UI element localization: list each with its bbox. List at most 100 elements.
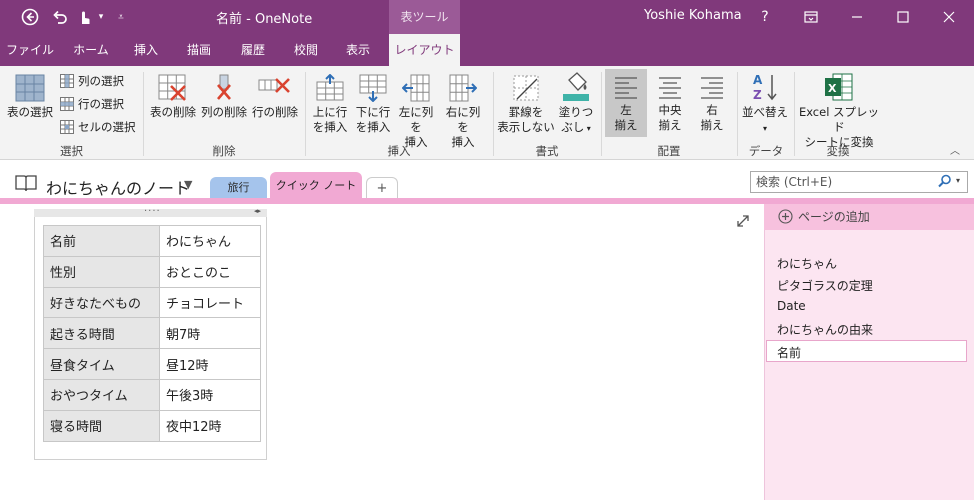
back-icon[interactable] bbox=[18, 0, 42, 34]
group-label-insert: 挿入 bbox=[387, 144, 411, 158]
add-section-button[interactable]: + bbox=[366, 177, 398, 200]
table-cell-value[interactable]: 朝7時 bbox=[159, 317, 261, 350]
select-column-button[interactable]: 列の選択 bbox=[60, 71, 124, 91]
delete-column-icon bbox=[217, 74, 231, 100]
tab-review[interactable]: 校閲 bbox=[282, 34, 330, 66]
minimize-icon[interactable] bbox=[834, 0, 880, 34]
delete-row-icon bbox=[258, 78, 290, 93]
page-item-name[interactable]: 名前 bbox=[777, 344, 801, 361]
tab-file[interactable]: ファイル bbox=[0, 34, 60, 66]
insert-column-right-icon bbox=[449, 74, 477, 102]
table-cell-label[interactable]: 昼食タイム bbox=[43, 348, 160, 380]
table-cell-label[interactable]: おやつタイム bbox=[43, 378, 160, 411]
sort-label: 並べ替え bbox=[742, 105, 788, 119]
select-row-button[interactable]: 行の選択 bbox=[60, 94, 124, 114]
table-cell-value[interactable]: 夜中12時 bbox=[159, 409, 261, 442]
sort-dropdown-icon: ▾ bbox=[762, 124, 767, 133]
delete-row-button[interactable]: 行の削除 bbox=[250, 74, 300, 120]
ribbon-display-options-icon[interactable] bbox=[788, 0, 834, 34]
table-row: 性別 おとこのこ bbox=[43, 255, 261, 288]
align-center-label-1: 中央 bbox=[658, 103, 682, 117]
search-icon[interactable] bbox=[938, 174, 952, 191]
table-cell-value[interactable]: 昼12時 bbox=[159, 348, 261, 380]
delete-table-button[interactable]: 表の削除 bbox=[148, 74, 198, 120]
group-label-delete: 削除 bbox=[212, 144, 236, 158]
convert-to-excel-button[interactable]: X Excel スプレッド シートに変換 bbox=[797, 72, 881, 150]
tab-layout[interactable]: レイアウト bbox=[389, 34, 460, 66]
collapse-ribbon-icon[interactable]: ︿ bbox=[950, 142, 960, 157]
notebook-icon[interactable] bbox=[14, 173, 38, 196]
table-cell-value[interactable]: わにちゃん bbox=[159, 225, 261, 257]
touch-mode-icon[interactable] bbox=[74, 0, 94, 34]
full-page-view-icon[interactable] bbox=[736, 214, 750, 231]
insert-row-above-button[interactable]: 上に行 を挿入 bbox=[310, 74, 350, 135]
tab-history[interactable]: 履歴 bbox=[228, 34, 278, 66]
select-cell-button[interactable]: セルの選択 bbox=[60, 117, 136, 137]
shading-label-1: 塗りつ bbox=[558, 105, 594, 119]
table-cell-value[interactable]: チョコレート bbox=[159, 286, 261, 319]
insert-row-above-label-1: 上に行 bbox=[312, 105, 348, 119]
table-cell-label[interactable]: 好きなたべもの bbox=[43, 286, 160, 319]
section-tab-travel[interactable]: 旅行 bbox=[210, 177, 267, 200]
touch-mode-dropdown-icon[interactable]: ▾ bbox=[95, 0, 107, 34]
customize-qat-icon[interactable]: ⩡ bbox=[114, 0, 128, 34]
table-row: おやつタイム 午後3時 bbox=[43, 378, 261, 411]
insert-row-below-label-2: を挿入 bbox=[355, 120, 391, 134]
svg-text:A: A bbox=[753, 73, 763, 87]
search-scope-dropdown-icon[interactable]: ▾ bbox=[956, 176, 960, 185]
undo-icon[interactable] bbox=[49, 0, 71, 34]
user-name[interactable]: Yoshie Kohama bbox=[644, 8, 742, 23]
notebook-title[interactable]: わにちゃんのノート bbox=[46, 175, 190, 199]
table-cell-value[interactable]: 午後3時 bbox=[159, 378, 261, 411]
excel-icon: X bbox=[825, 73, 853, 101]
hide-borders-button[interactable]: 罫線を 表示しない bbox=[497, 74, 555, 135]
table-cell-value[interactable]: おとこのこ bbox=[159, 255, 261, 288]
select-table-label: 表の選択 bbox=[7, 105, 53, 119]
ribbon-tab-bar: ファイル ホーム 挿入 描画 履歴 校閲 表示 レイアウト bbox=[0, 34, 974, 66]
align-right-button[interactable]: 右 揃え bbox=[691, 69, 733, 133]
page-item-wani-chan[interactable]: わにちゃん bbox=[777, 255, 837, 272]
tab-insert[interactable]: 挿入 bbox=[122, 34, 170, 66]
table-icon bbox=[15, 74, 45, 102]
delete-column-button[interactable]: 列の削除 bbox=[199, 74, 249, 120]
resize-handle-icon[interactable]: ◂▸ bbox=[254, 207, 261, 215]
align-center-button[interactable]: 中央 揃え bbox=[649, 69, 691, 133]
insert-column-right-label-1: 右に列を bbox=[445, 105, 481, 134]
maximize-icon[interactable] bbox=[880, 0, 926, 34]
help-button[interactable]: ? bbox=[742, 0, 788, 34]
hide-borders-icon bbox=[513, 75, 539, 101]
page-item-pythagorean-theorem[interactable]: ピタゴラスの定理 bbox=[777, 277, 873, 294]
shading-button[interactable]: 塗りつ ぶし ▾ bbox=[556, 70, 596, 136]
table-cell-label[interactable]: 寝る時間 bbox=[43, 409, 160, 442]
table-cell-label[interactable]: 名前 bbox=[43, 225, 160, 257]
section-tab-quick-notes[interactable]: クイック ノート bbox=[270, 172, 362, 200]
tab-home[interactable]: ホーム bbox=[62, 34, 120, 66]
tab-draw[interactable]: 描画 bbox=[174, 34, 224, 66]
tab-view[interactable]: 表示 bbox=[334, 34, 382, 66]
select-table-button[interactable]: 表の選択 bbox=[4, 74, 56, 120]
select-row-icon bbox=[60, 97, 74, 111]
data-table[interactable]: 名前 わにちゃん 性別 おとこのこ 好きなたべもの チョコレート 起きる時間 朝… bbox=[43, 225, 261, 442]
move-handle-icon[interactable]: ···· bbox=[144, 206, 161, 217]
insert-column-left-label-1: 左に列を bbox=[398, 105, 434, 134]
insert-column-left-icon bbox=[402, 74, 430, 102]
group-label-convert: 変換 bbox=[826, 144, 850, 158]
page-item-date[interactable]: Date bbox=[777, 299, 806, 313]
align-right-label-2: 揃え bbox=[700, 118, 724, 132]
search-input[interactable]: 検索 (Ctrl+E) bbox=[750, 171, 968, 193]
insert-row-below-button[interactable]: 下に行 を挿入 bbox=[353, 74, 393, 135]
insert-column-right-button[interactable]: 右に列を 挿入 bbox=[441, 74, 485, 150]
select-row-label: 行の選択 bbox=[78, 97, 124, 111]
add-page-button[interactable]: ページの追加 bbox=[778, 208, 870, 225]
close-icon[interactable] bbox=[926, 0, 972, 34]
notebook-dropdown-icon[interactable]: ▼ bbox=[184, 178, 192, 191]
table-cell-label[interactable]: 起きる時間 bbox=[43, 317, 160, 350]
align-left-button[interactable]: 左 揃え bbox=[605, 69, 647, 137]
insert-row-above-label-2: を挿入 bbox=[312, 120, 348, 134]
add-circle-icon bbox=[778, 209, 793, 224]
table-cell-label[interactable]: 性別 bbox=[43, 255, 160, 288]
convert-excel-label-1: Excel スプレッド bbox=[798, 105, 880, 134]
insert-column-left-button[interactable]: 左に列を 挿入 bbox=[395, 74, 437, 150]
page-item-wani-chan-origin[interactable]: わにちゃんの由来 bbox=[777, 321, 873, 338]
sort-button[interactable]: A Z 並べ替え ▾ bbox=[740, 72, 790, 136]
